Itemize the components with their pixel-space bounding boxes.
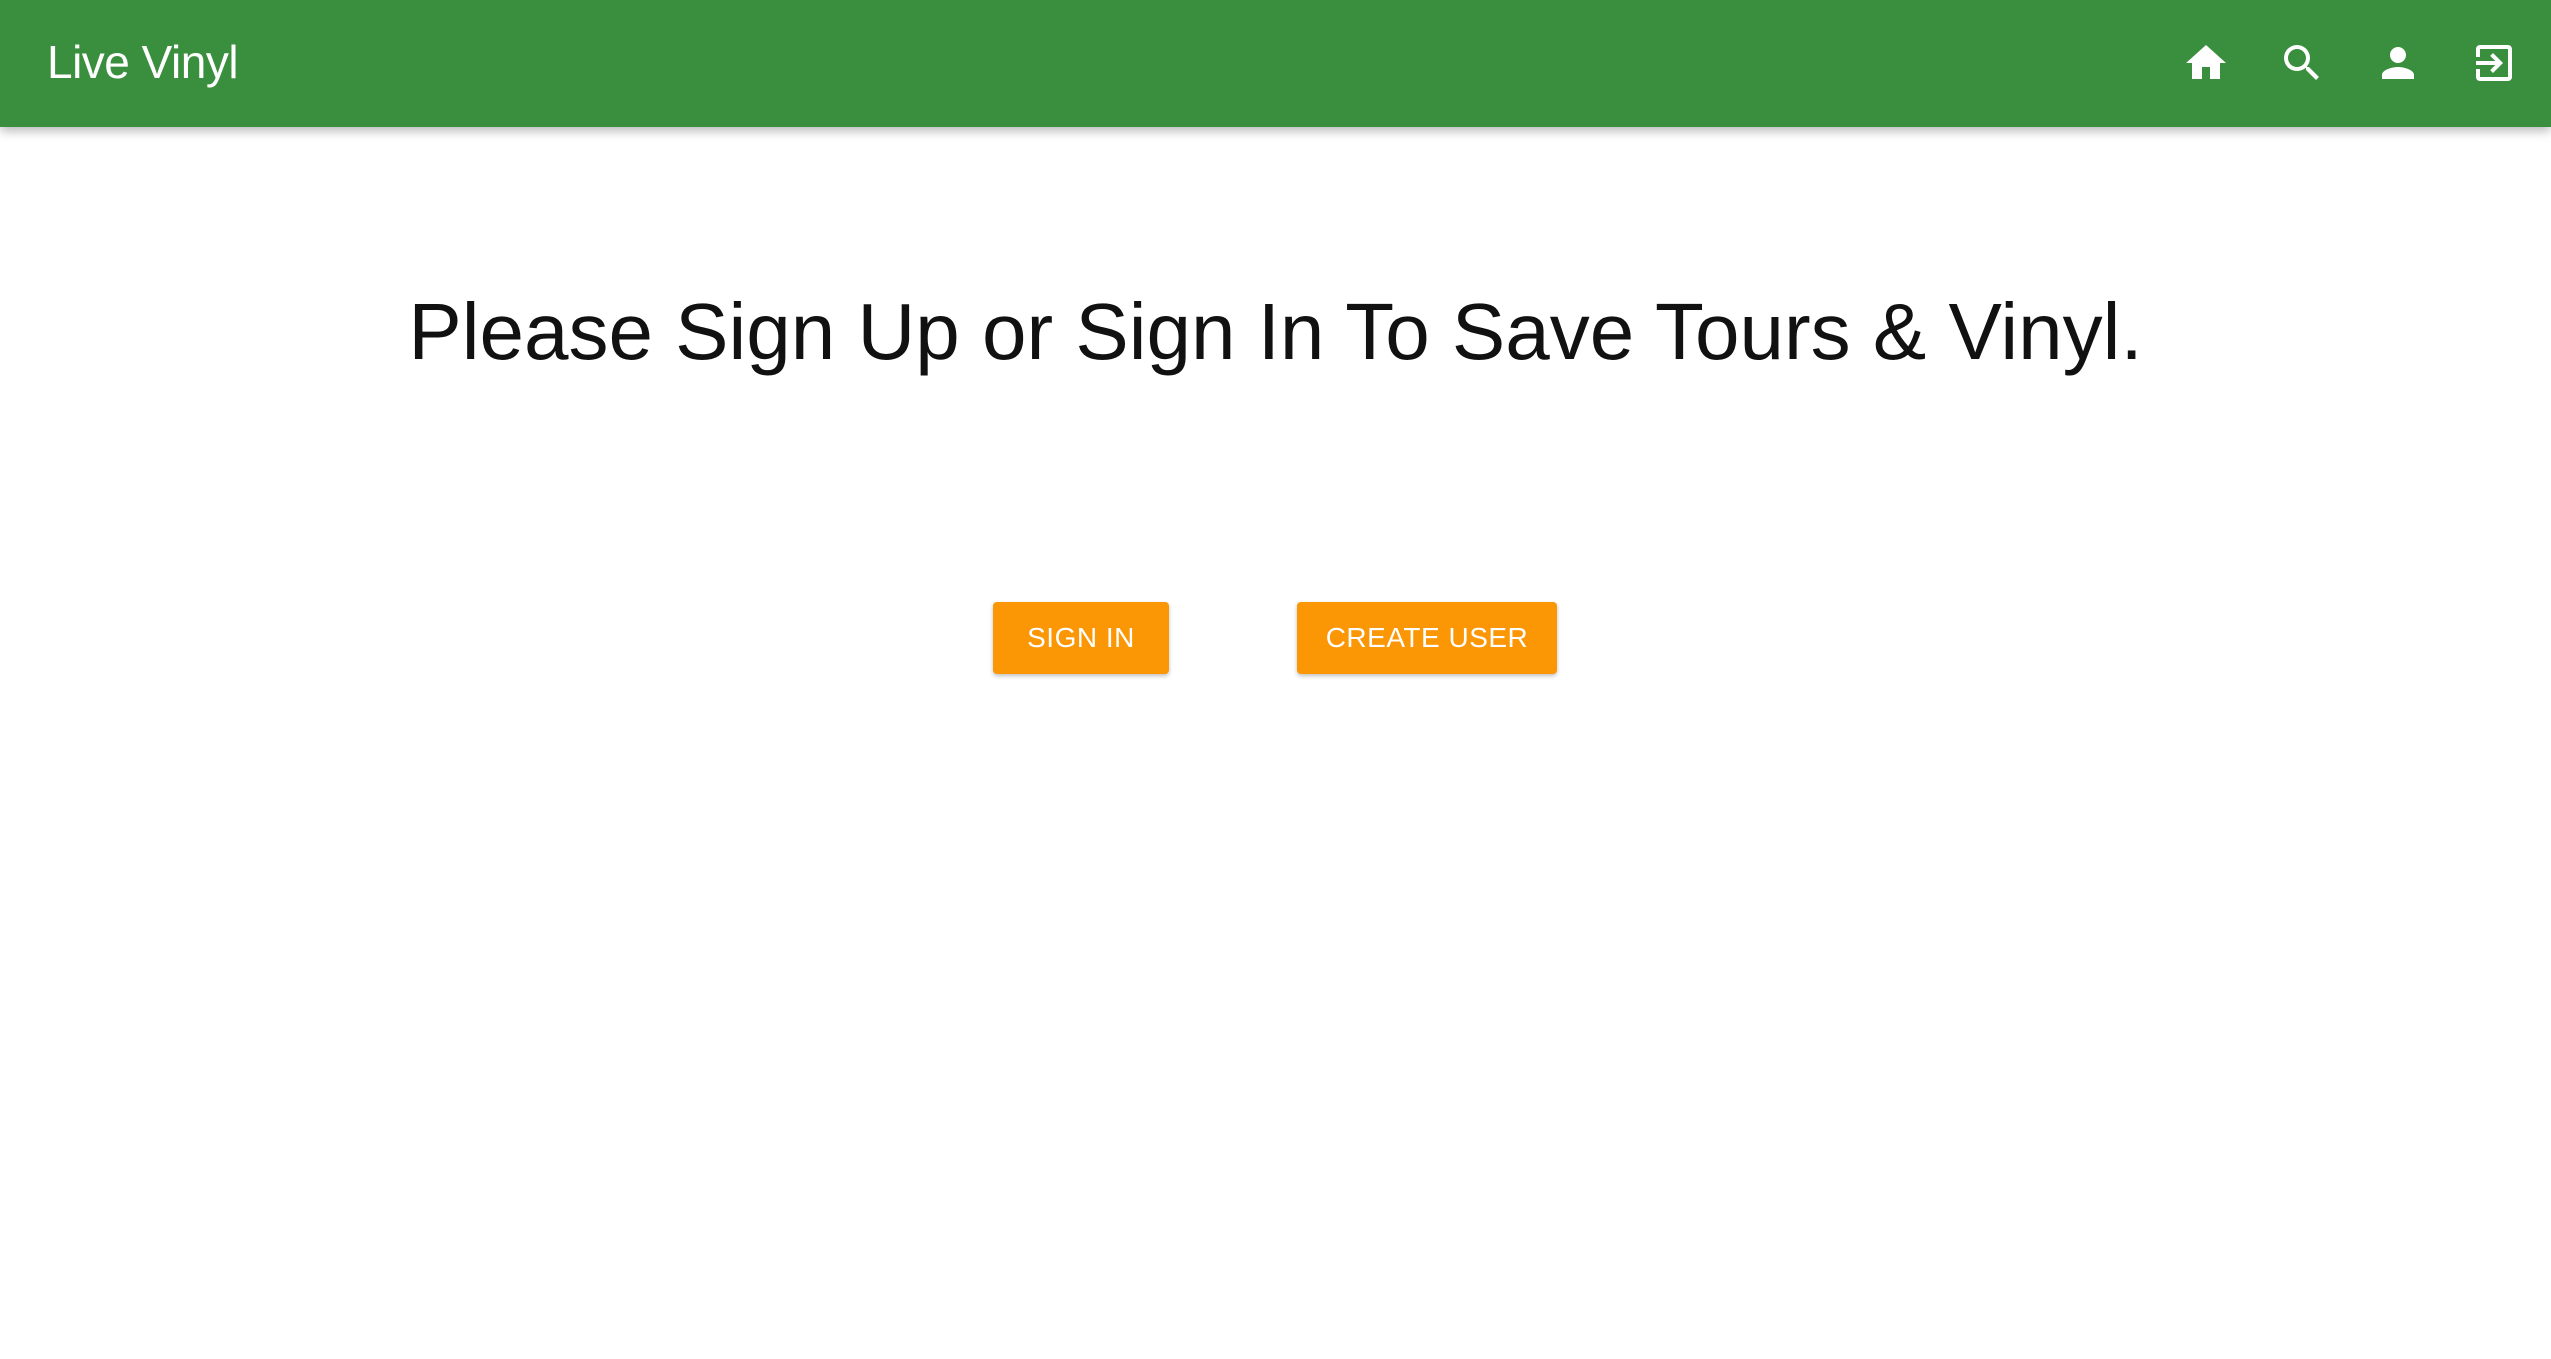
app-root: Live Vinyl Please Sign Up or Sign In To …	[0, 0, 2551, 1359]
nav-icons	[2147, 26, 2531, 100]
home-button[interactable]	[2169, 26, 2243, 100]
page-heading: Please Sign Up or Sign In To Save Tours …	[408, 287, 2143, 376]
exit-icon	[2476, 45, 2512, 81]
create-user-button[interactable]: CREATE USER	[1297, 602, 1557, 674]
account-button[interactable]	[2361, 26, 2435, 100]
app-bar: Live Vinyl	[0, 0, 2551, 127]
search-icon	[2284, 45, 2319, 80]
sign-in-button[interactable]: SIGN IN	[993, 602, 1169, 674]
sign-in-nav-button[interactable]	[2457, 26, 2531, 100]
home-icon	[2186, 45, 2226, 79]
search-button[interactable]	[2265, 26, 2339, 100]
app-title[interactable]: Live Vinyl	[47, 30, 239, 94]
person-icon	[2382, 47, 2414, 79]
